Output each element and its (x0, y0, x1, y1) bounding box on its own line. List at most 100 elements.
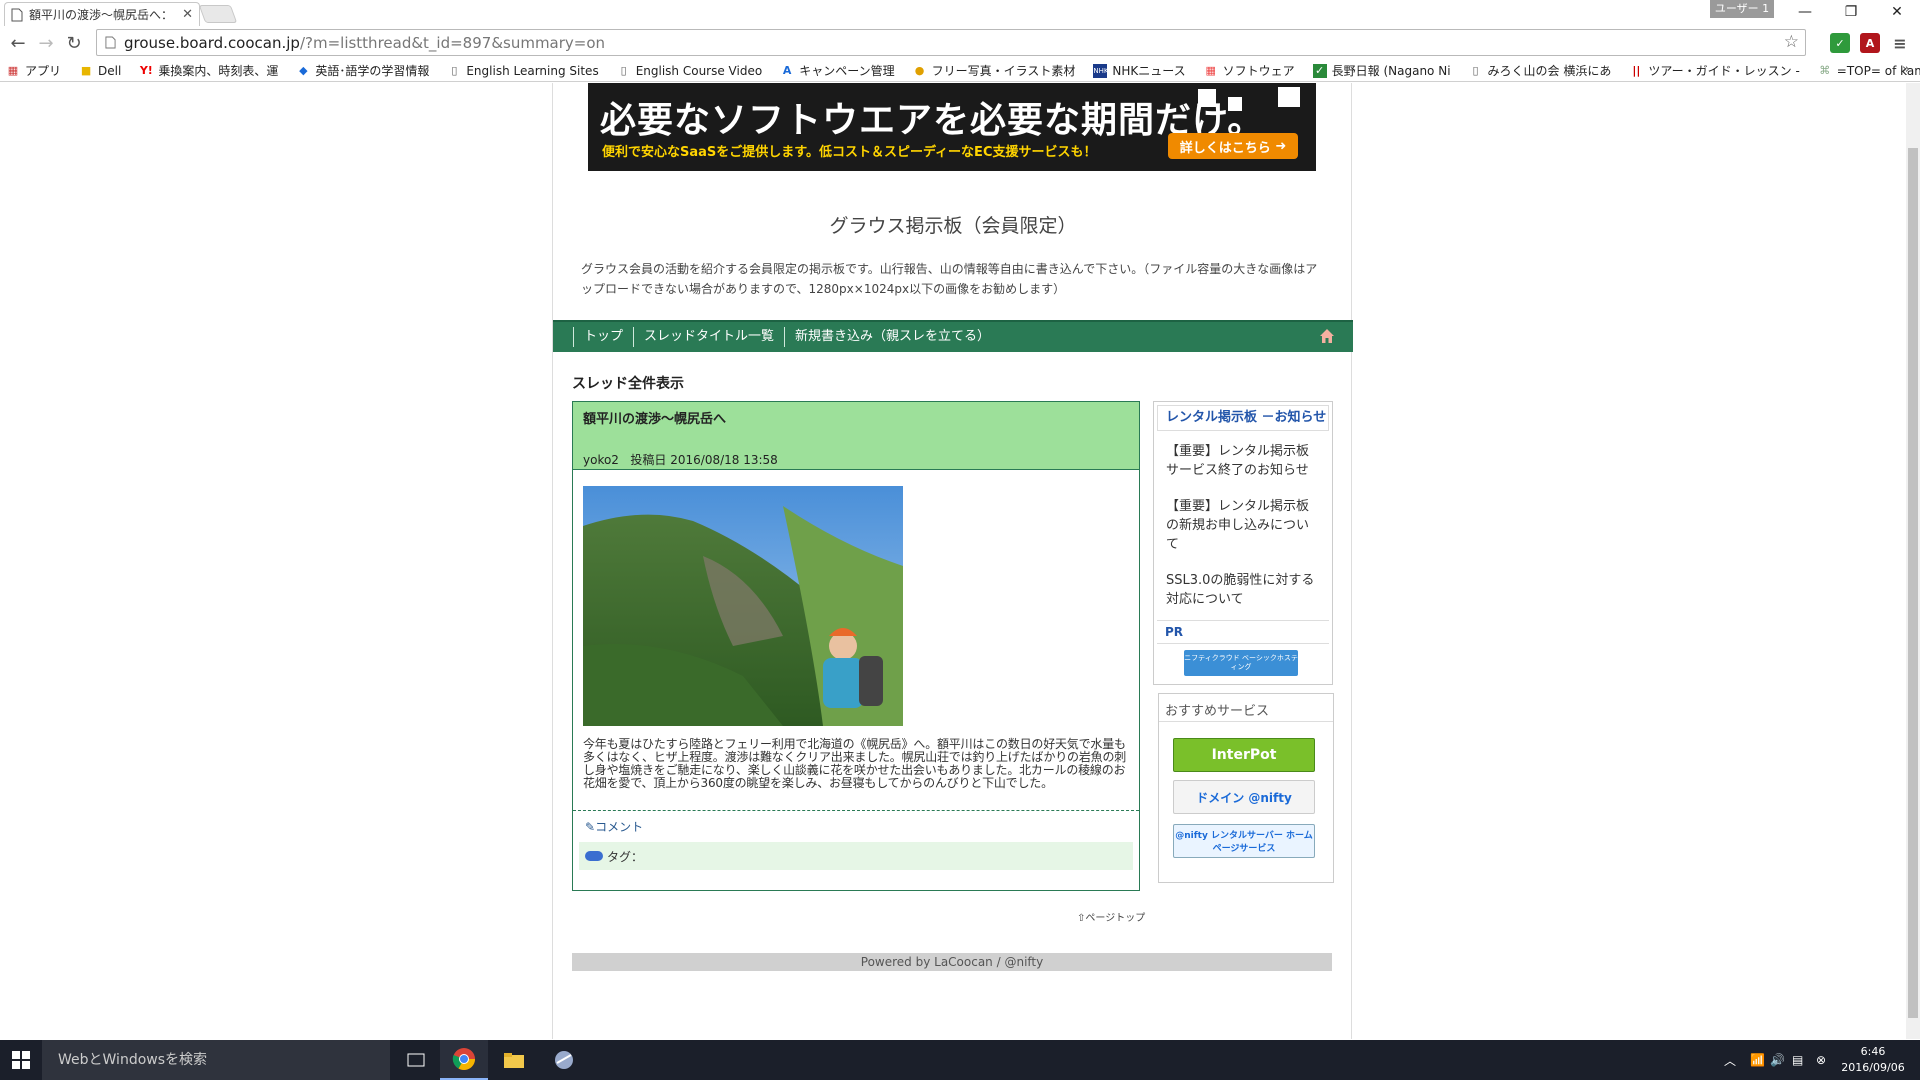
app-taskbar-icon[interactable] (540, 1040, 588, 1080)
bookmark-item[interactable]: ● フリー写真・イラスト素材 (913, 62, 1076, 79)
acrobat-icon[interactable]: A (1860, 33, 1880, 53)
bookmark-item[interactable]: ▯ みろく山の会 横浜にあ (1469, 62, 1612, 79)
close-tab-icon[interactable]: ✕ (182, 7, 193, 22)
thread-header: 額平川の渡渉～幌尻岳へ yoko2 投稿日 2016/08/18 13:58 (573, 402, 1139, 470)
network-icon[interactable]: 📶 (1750, 1040, 1765, 1080)
back-arrow-icon[interactable]: ← (6, 32, 30, 54)
chrome-taskbar-icon[interactable] (440, 1040, 488, 1080)
domain-ad[interactable]: ドメイン @nifty (1173, 780, 1315, 814)
address-bar[interactable]: grouse.board.coocan.jp/?m=listthread&t_i… (96, 29, 1806, 56)
mountain-photo (583, 486, 903, 726)
thread-meta: yoko2 投稿日 2016/08/18 13:58 (583, 451, 1129, 468)
post-author: yoko2 (583, 453, 619, 467)
page-icon: ▯ (620, 63, 627, 77)
bookmark-star-icon[interactable]: ☆ (1784, 32, 1799, 52)
home-icon[interactable] (1319, 328, 1335, 344)
board-title: グラウス掲示板（会員限定） (829, 215, 1077, 237)
extension-green-icon[interactable]: ✓ (1830, 33, 1850, 53)
post-photo[interactable] (583, 486, 903, 726)
board-nav: トップ スレッドタイトル一覧 新規書き込み（親スレを立てる） (553, 320, 1353, 352)
notice-link[interactable]: 【重要】レンタル掲示板サービス終了のお知らせ (1166, 442, 1320, 480)
browser-tab-strip: 額平川の渡渉～幌尻岳へ： ✕ ユーザー 1 — ❐ ✕ (0, 0, 1920, 26)
bookmark-item[interactable]: || ツアー・ガイド・レッスン - (1629, 62, 1799, 79)
bookmarks-overflow-icon[interactable]: » (1902, 62, 1910, 77)
bookmark-item[interactable]: ◆ 英語･語学の学習情報 (296, 62, 429, 79)
bookmark-item[interactable]: ■ Dell (79, 63, 122, 78)
page-viewport: 必要なソフトウエアを必要な期間だけ。 便利で安心なSaaSをご提供します。低コス… (0, 83, 1906, 1039)
notification-icon[interactable]: ▤ (1792, 1040, 1803, 1080)
file-explorer-icon[interactable] (490, 1040, 538, 1080)
apps-grid-icon: ▦ (7, 63, 19, 77)
bookmark-item[interactable]: ▯ English Course Video (617, 63, 763, 78)
photo-site-icon: ● (914, 63, 925, 77)
clock-date: 2016/09/06 (1841, 1061, 1905, 1074)
page-icon (11, 8, 23, 21)
nav-top[interactable]: トップ (573, 327, 633, 347)
page-top-link[interactable]: ⇧ページトップ (1077, 909, 1145, 924)
bookmark-item[interactable]: ▦ ソフトウェア (1204, 62, 1294, 79)
minimize-icon[interactable]: — (1782, 0, 1828, 24)
bookmark-bar: ▦ アプリ ■ Dell Y! 乗換案内、時刻表、運 ◆ 英語･語学の学習情報 ▯ Eng… (0, 60, 1920, 82)
close-circle-icon[interactable]: ⊗ (1816, 1040, 1826, 1080)
task-view-icon[interactable] (392, 1040, 440, 1080)
forward-arrow-icon[interactable]: → (34, 32, 58, 54)
new-tab-button[interactable] (198, 5, 238, 23)
browser-tab[interactable]: 額平川の渡渉～幌尻岳へ： ✕ (4, 2, 200, 26)
posted-date: 2016/08/18 13:58 (670, 453, 778, 467)
bookmark-site-icon: ◆ (299, 63, 308, 77)
thread-post: 額平川の渡渉～幌尻岳へ yoko2 投稿日 2016/08/18 13:58 今… (572, 401, 1140, 891)
board-description: グラウス会員の活動を紹介する会員限定の掲示板です。山行報告、山の情報等自由に書き… (581, 262, 1318, 296)
tag-icon (585, 851, 603, 861)
bookmark-item[interactable]: ✓ 長野日報 (Nagano Ni (1312, 62, 1451, 79)
homepage-service-ad[interactable]: @nifty レンタルサーバー ホームページサービス (1173, 824, 1315, 858)
vertical-scrollbar[interactable] (1906, 83, 1920, 1039)
bookmark-site-icon: || (1632, 63, 1641, 77)
tray-chevron-icon[interactable]: ︿ (1724, 1040, 1736, 1080)
banner-cta-button[interactable]: 詳しくはこちら ➜ (1168, 133, 1298, 159)
page-icon (105, 36, 116, 49)
menu-icon[interactable]: ≡ (1890, 33, 1910, 53)
bookmark-item[interactable]: Y! 乗換案内、時刻表、運 (139, 62, 279, 79)
puzzle-piece-icon (1228, 97, 1242, 111)
restore-icon[interactable]: ❐ (1828, 0, 1874, 24)
notice-link[interactable]: 【重要】レンタル掲示板の新規お申し込みについて (1166, 497, 1320, 554)
bookmark-item[interactable]: NHK NHKニュース (1093, 62, 1186, 79)
pencil-icon: ✎ (585, 820, 596, 834)
page-column: 必要なソフトウエアを必要な期間だけ。 便利で安心なSaaSをご提供します。低コス… (552, 83, 1353, 1039)
taskbar-clock[interactable]: 6:46 2016/09/06 (1838, 1044, 1908, 1076)
clock-time: 6:46 (1860, 1045, 1886, 1058)
bookmark-item[interactable]: ▯ English Learning Sites (447, 64, 598, 78)
bookmark-item[interactable]: ▦ アプリ (6, 62, 61, 79)
sidebar-recommend: おすすめサービス InterPot ドメイン @nifty @nifty レンタ… (1158, 693, 1334, 883)
notices-title: レンタル掲示板 －お知らせ (1157, 405, 1329, 431)
scrollbar-thumb[interactable] (1908, 148, 1918, 1018)
volume-icon[interactable]: 🔊 (1770, 1040, 1785, 1080)
nav-new-post[interactable]: 新規書き込み（親スレを立てる） (784, 327, 1000, 347)
post-body: 今年も夏はひたすら陸路とフェリー利用で北海道の《幌尻岳》へ。額平川はこの数日の好… (583, 737, 1127, 790)
taskbar-search-box[interactable]: WebとWindowsを検索 (42, 1040, 390, 1080)
tag-row: タグ： (579, 842, 1133, 870)
windows-start-icon[interactable] (12, 1051, 30, 1069)
pr-banner[interactable]: ニフティクラウド ベーシックホスティング (1184, 650, 1298, 676)
profile-badge[interactable]: ユーザー 1 (1710, 0, 1774, 18)
browser-toolbar: ← → ↻ grouse.board.coocan.jp/?m=listthre… (0, 26, 1920, 60)
page-icon: ▯ (451, 63, 458, 77)
reload-icon[interactable]: ↻ (62, 32, 86, 54)
thread-title: 額平川の渡渉～幌尻岳へ (583, 412, 727, 427)
banner-headline: 必要なソフトウエアを必要な期間だけ。 (600, 100, 1265, 141)
comment-link[interactable]: ✎コメント (585, 818, 643, 835)
bookmark-site-icon: ✓ (1312, 63, 1327, 78)
notice-link[interactable]: SSL3.0の脆弱性に対する対応について (1166, 571, 1320, 609)
interpot-ad[interactable]: InterPot (1173, 738, 1315, 772)
ad-banner[interactable]: 必要なソフトウエアを必要な期間だけ。 便利で安心なSaaSをご提供します。低コス… (588, 83, 1316, 171)
folder-icon: ■ (80, 63, 92, 77)
nhk-icon: NHK (1093, 63, 1108, 78)
banner-subline: 便利で安心なSaaSをご提供します。低コスト＆スピーディーなEC支援サービスも！ (602, 145, 1097, 160)
notices-list: 【重要】レンタル掲示板サービス終了のお知らせ 【重要】レンタル掲示板の新規お申し… (1154, 434, 1332, 609)
nav-thread-list[interactable]: スレッドタイトル一覧 (633, 327, 784, 347)
bookmark-item[interactable]: A キャンペーン管理 (780, 62, 895, 79)
sidebar-notices: レンタル掲示板 －お知らせ 【重要】レンタル掲示板サービス終了のお知らせ 【重要… (1153, 401, 1333, 685)
puzzle-piece-icon (1198, 89, 1216, 107)
bookmark-site-icon: ⌘ (1819, 63, 1831, 77)
close-window-icon[interactable]: ✕ (1874, 0, 1920, 24)
